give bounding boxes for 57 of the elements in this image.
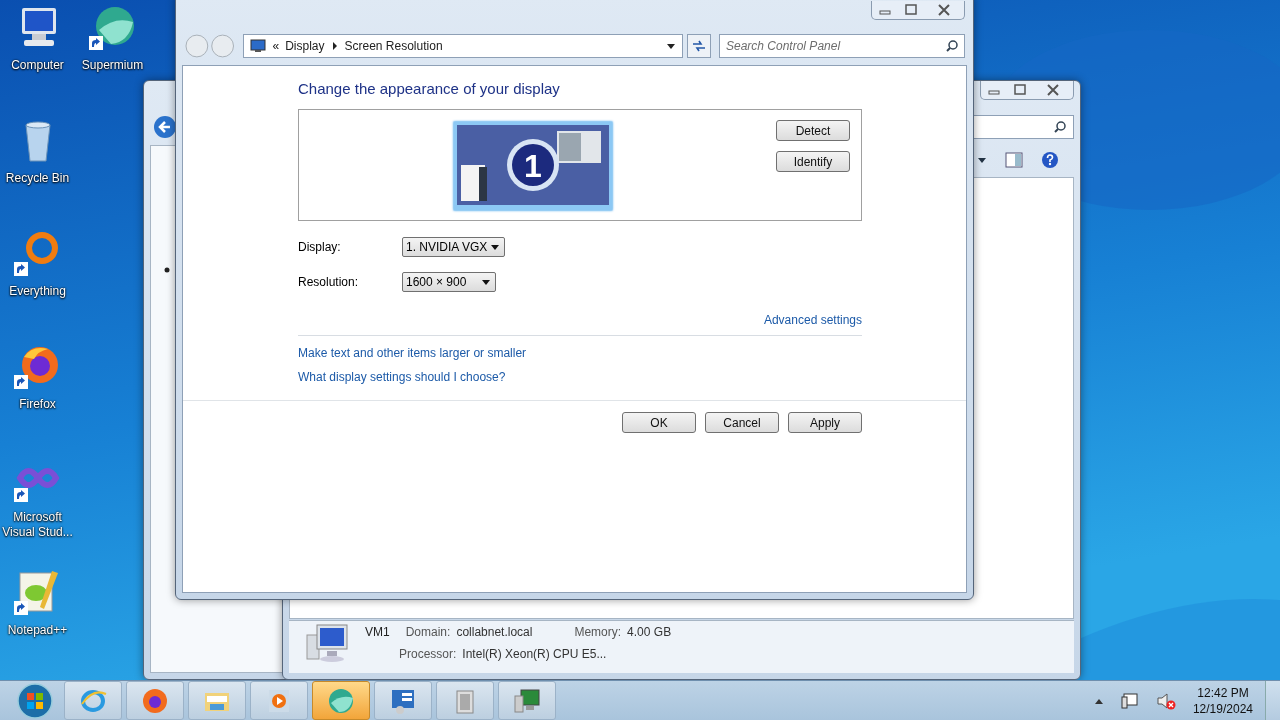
breadcrumb-prefix: « — [272, 39, 280, 53]
help-link[interactable]: Make text and other items larger or smaller — [298, 346, 527, 360]
breadcrumb-item[interactable]: Display — [285, 39, 325, 53]
domain-label: Domain: — [405, 625, 451, 639]
icon-label[interactable]: Computer — [0, 58, 75, 73]
monitor-drawing[interactable]: 1 — [453, 121, 613, 211]
clock-time[interactable]: 12:42 PM — [1197, 684, 1249, 701]
search-icon[interactable] — [1053, 120, 1067, 134]
taskbar-button[interactable] — [126, 681, 184, 720]
computer-name: VM1 — [365, 625, 390, 639]
address-bar[interactable]: « Display Screen Resolution — [243, 34, 684, 58]
memory-value: 4.00 GB — [627, 625, 672, 639]
help-icon[interactable] — [1041, 151, 1059, 169]
dropdown-arrow-icon[interactable] — [977, 156, 987, 164]
icon-label[interactable]: Supermium — [75, 58, 150, 73]
dropdown[interactable]: 1. NVIDIA VGX — [402, 237, 505, 257]
clock-date[interactable]: 12/19/2024 — [1192, 700, 1253, 717]
preview-button[interactable]: Identify — [776, 151, 850, 172]
search-field[interactable] — [973, 115, 1074, 139]
search-icon[interactable] — [945, 39, 959, 53]
dialog-button[interactable]: Cancel — [705, 412, 779, 433]
field-label: Display: — [298, 240, 342, 254]
refresh-button[interactable] — [687, 34, 711, 58]
field-label: Resolution: — [298, 275, 360, 289]
display-icon — [250, 39, 267, 53]
monitor-number: 1 — [524, 148, 542, 184]
icon-label[interactable]: Firefox — [0, 397, 75, 412]
dropdown-arrow-icon[interactable] — [666, 42, 677, 50]
help-link[interactable]: What display settings should I choose? — [298, 370, 506, 384]
taskbar-button[interactable] — [374, 681, 432, 720]
advanced-settings-link[interactable]: Advanced settings — [763, 313, 862, 327]
dropdown-arrow-icon[interactable] — [482, 279, 490, 285]
breadcrumb-item[interactable]: Screen Resolution — [344, 39, 443, 53]
dropdown-arrow-icon[interactable] — [491, 244, 499, 250]
taskbar-button[interactable] — [498, 681, 556, 720]
icon-label[interactable]: Microsoft Visual Stud... — [0, 510, 75, 540]
dropdown[interactable]: 1600 × 900 — [402, 272, 496, 292]
start-button[interactable] — [15, 680, 55, 720]
taskbar-button[interactable] — [188, 681, 246, 720]
dialog-button[interactable]: Apply — [788, 412, 862, 433]
speaker-muted-icon[interactable] — [1155, 690, 1176, 711]
chevron-icon[interactable] — [330, 41, 339, 51]
bullet-icon — [164, 267, 170, 273]
icon-label[interactable]: Everything — [0, 284, 75, 299]
domain-value: collabnet.local — [456, 625, 533, 639]
preview-pane-icon[interactable] — [1005, 152, 1023, 168]
icon-label[interactable]: Recycle Bin — [0, 171, 75, 186]
processor-value: Intel(R) Xeon(R) CPU E5... — [462, 647, 607, 661]
preview-button[interactable]: Detect — [776, 120, 850, 141]
computer-icon — [305, 623, 351, 663]
processor-label: Processor: — [399, 647, 457, 661]
network-icon[interactable] — [1119, 690, 1140, 711]
page-heading: Change the appearance of your display — [298, 80, 561, 97]
search-field[interactable]: Search Control Panel — [719, 34, 965, 58]
memory-label: Memory: — [574, 625, 622, 639]
dialog-button[interactable]: OK — [622, 412, 696, 433]
refresh-icon — [691, 39, 708, 53]
